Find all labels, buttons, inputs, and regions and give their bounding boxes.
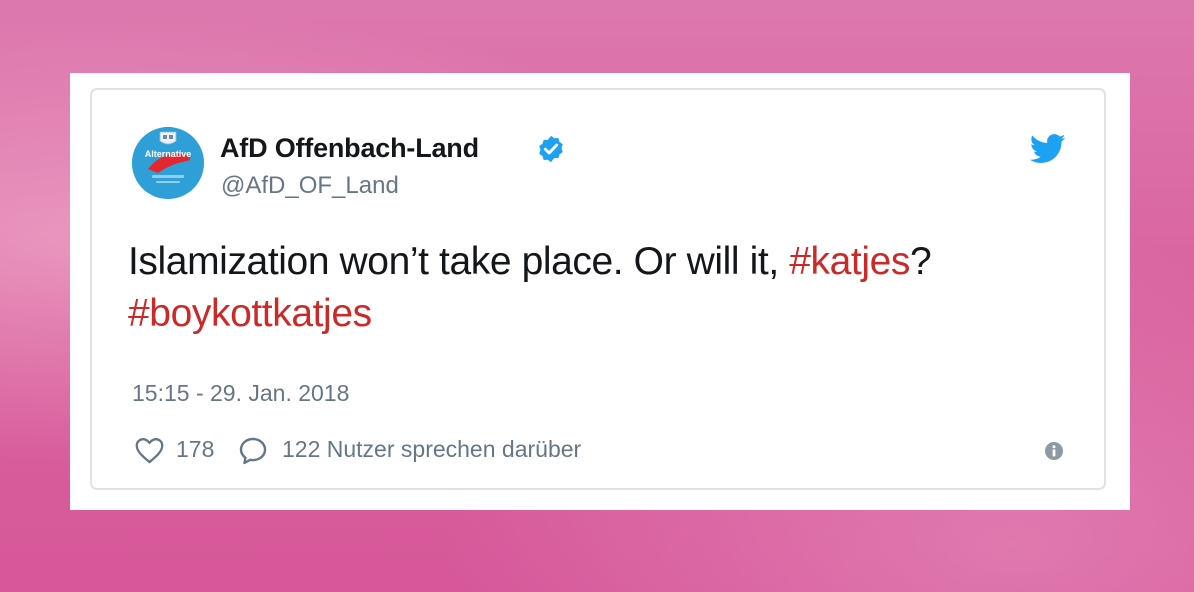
twitter-bird-icon[interactable] [1030, 134, 1066, 164]
tweet-card: Alternative AfD Offenbach-Land @AfD_OF_L… [90, 88, 1106, 490]
tweet-text: Islamization won’t take place. Or will i… [128, 236, 1068, 340]
hashtag-katjes[interactable]: #katjes [789, 240, 910, 283]
display-name[interactable]: AfD Offenbach-Land [220, 133, 479, 164]
avatar-logo-icon: Alternative [132, 127, 204, 199]
reply-bubble-icon[interactable] [237, 435, 269, 467]
hashtag-boykottkatjes[interactable]: #boykottkatjes [128, 292, 372, 335]
avatar[interactable]: Alternative [132, 127, 204, 199]
replies-text[interactable]: 122 Nutzer sprechen darüber [282, 436, 581, 463]
verified-badge-icon [539, 135, 563, 163]
like-count: 178 [176, 436, 215, 462]
heart-icon[interactable] [134, 436, 165, 464]
tweet-text-question-mark: ? [910, 240, 932, 283]
user-handle[interactable]: @AfD_OF_Land [221, 172, 399, 200]
svg-text:Alternative: Alternative [145, 149, 192, 159]
info-icon[interactable] [1044, 441, 1064, 461]
tweet-text-main: Islamization won’t take place. Or will i… [128, 240, 790, 283]
tweet-timestamp[interactable]: 15:15 - 29. Jan. 2018 [132, 380, 349, 407]
